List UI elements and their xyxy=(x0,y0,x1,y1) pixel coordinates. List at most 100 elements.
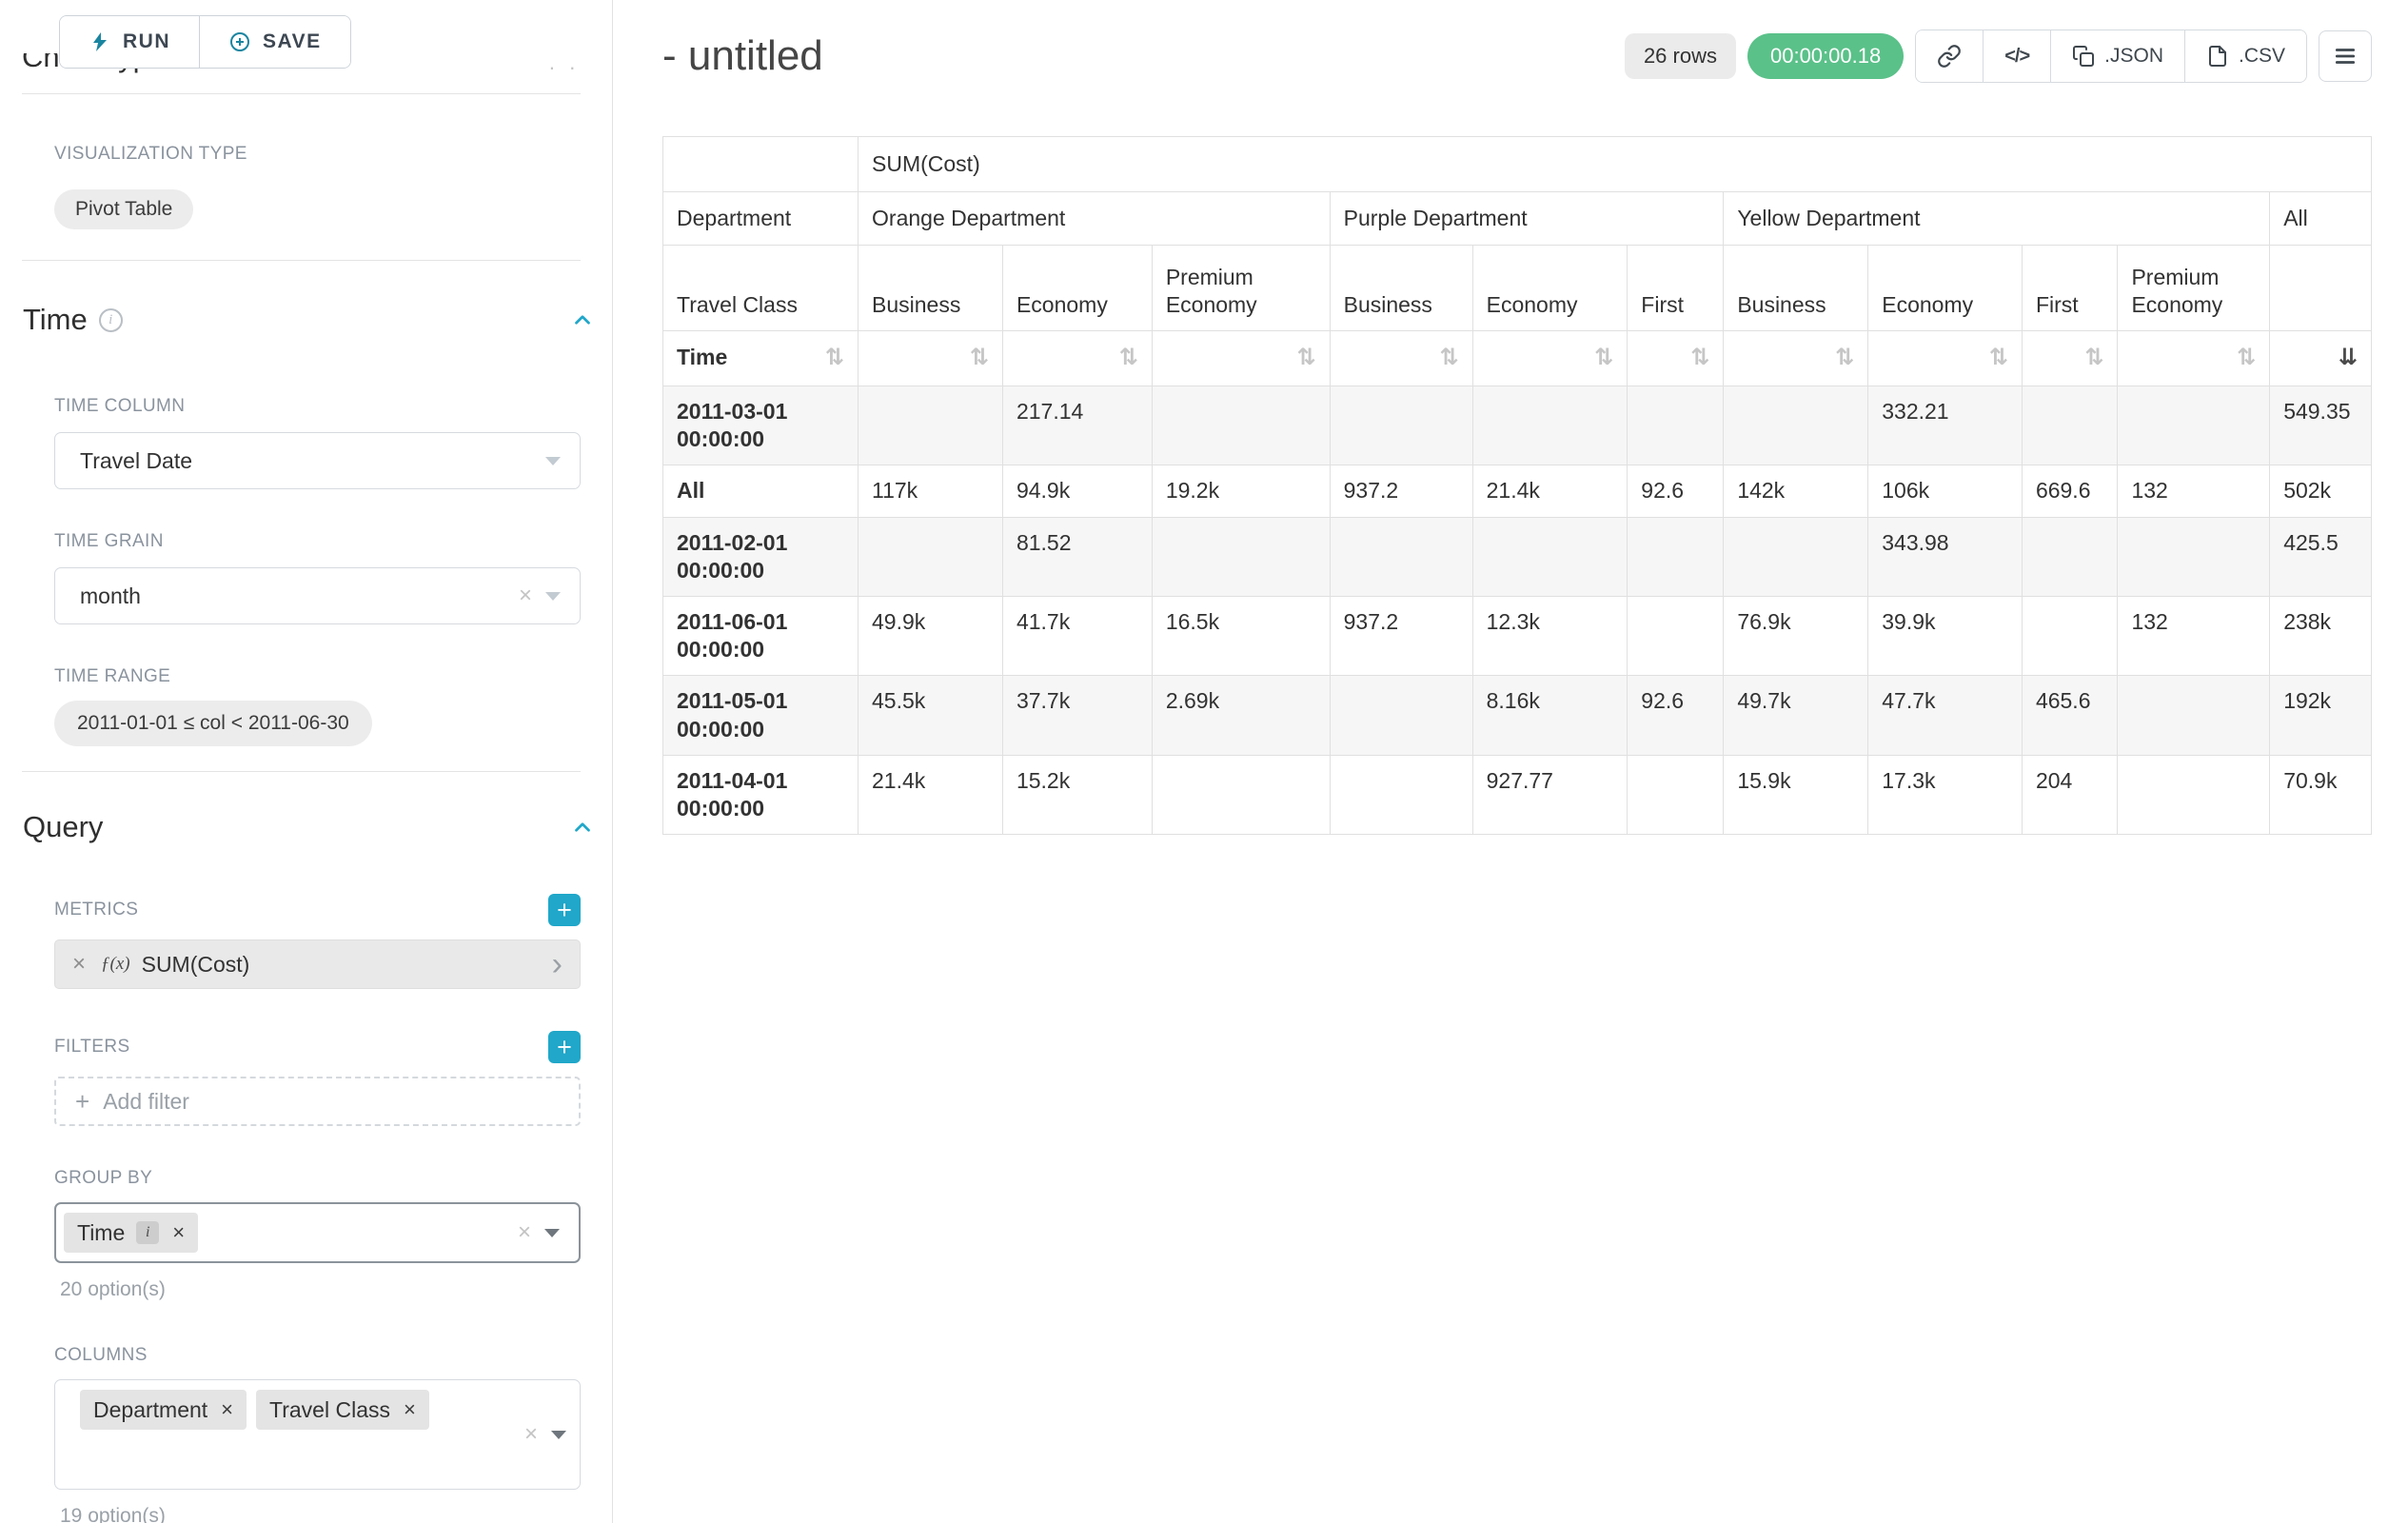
columns-chip[interactable]: Travel Class × xyxy=(256,1390,429,1430)
cell: 15.9k xyxy=(1724,755,1868,834)
department-axis-header: Department xyxy=(663,192,859,246)
sort-icon[interactable]: ⇅ xyxy=(1119,344,1138,372)
cell xyxy=(2118,676,2270,755)
collapse-time-section-chevron[interactable] xyxy=(570,307,595,332)
cell xyxy=(1330,517,1472,596)
sort-icon[interactable]: ⇅ xyxy=(970,344,989,372)
save-button[interactable]: SAVE xyxy=(199,16,350,68)
query-section-title: Query xyxy=(23,810,103,844)
sort-header-cell[interactable]: ⇅ xyxy=(859,331,1003,386)
cell: 106k xyxy=(1868,465,2023,517)
time-grain-value: month xyxy=(80,583,141,609)
sort-icon[interactable]: ⇅ xyxy=(825,344,844,372)
travel-class-column-header: First xyxy=(1628,246,1724,331)
time-range-pill[interactable]: 2011-01-01 ≤ col < 2011-06-30 xyxy=(54,701,372,746)
cell: 45.5k xyxy=(859,676,1003,755)
clear-icon[interactable]: × xyxy=(504,1219,544,1246)
add-filter-plus-button[interactable]: + xyxy=(548,1031,581,1063)
export-json-button[interactable]: .JSON xyxy=(2050,30,2184,82)
visualization-type-pill[interactable]: Pivot Table xyxy=(54,189,193,229)
sort-header-cell[interactable]: ⇅ xyxy=(1152,331,1330,386)
cell: 238k xyxy=(2270,597,2372,676)
remove-chip-icon[interactable]: × xyxy=(172,1220,185,1245)
travel-class-column-header: Premium Economy xyxy=(2118,246,2270,331)
sort-header-cell-active[interactable]: ⇊ xyxy=(2270,331,2372,386)
sort-header-cell[interactable]: ⇅ xyxy=(1330,331,1472,386)
sort-icon[interactable]: ⇅ xyxy=(1690,344,1709,372)
table-row: 2011-05-01 00:00:0045.5k37.7k2.69k8.16k9… xyxy=(663,676,2372,755)
group-by-chip[interactable]: Time i × xyxy=(64,1213,198,1253)
chart-header: - untitled 26 rows 00:00:00.18 </> .JSON xyxy=(662,27,2372,86)
group-by-select[interactable]: Time i × × xyxy=(54,1202,581,1263)
sort-icon[interactable]: ⇅ xyxy=(1835,344,1854,372)
remove-metric-icon[interactable]: × xyxy=(72,951,86,978)
chevron-down-icon xyxy=(545,457,561,465)
sort-header-cell[interactable]: ⇅ xyxy=(2022,331,2118,386)
cell: 76.9k xyxy=(1724,597,1868,676)
cell: 142k xyxy=(1724,465,1868,517)
chart-title[interactable]: - untitled xyxy=(662,32,823,80)
share-link-button[interactable] xyxy=(1916,30,1983,82)
columns-select[interactable]: Department × Travel Class × × xyxy=(54,1379,581,1490)
view-query-button[interactable]: </> xyxy=(1983,30,2050,82)
department-group-header: Purple Department xyxy=(1330,192,1724,246)
sort-descending-icon[interactable]: ⇊ xyxy=(2339,344,2358,372)
cell: 94.9k xyxy=(1002,465,1152,517)
cell xyxy=(1724,517,1868,596)
sort-icon[interactable]: ⇅ xyxy=(2084,344,2103,372)
cell xyxy=(1330,676,1472,755)
add-filter-box[interactable]: + Add filter xyxy=(54,1077,581,1126)
time-row-axis-header[interactable]: Time⇅ xyxy=(663,331,859,386)
cell: 19.2k xyxy=(1152,465,1330,517)
row-count-badge: 26 rows xyxy=(1625,33,1736,79)
time-section-title: Time xyxy=(23,303,88,337)
cell xyxy=(2022,597,2118,676)
table-row: 2011-04-01 00:00:0021.4k15.2k927.7715.9k… xyxy=(663,755,2372,834)
chevron-up-icon xyxy=(570,307,595,332)
metrics-label: METRICS xyxy=(54,900,138,920)
add-metric-button[interactable]: + xyxy=(548,894,581,926)
run-button[interactable]: RUN xyxy=(60,16,199,68)
remove-chip-icon[interactable]: × xyxy=(221,1397,233,1422)
columns-select-controls: × xyxy=(511,1421,566,1448)
link-icon xyxy=(1937,44,1962,69)
sort-header-cell[interactable]: ⇅ xyxy=(1472,331,1628,386)
sort-icon[interactable]: ⇅ xyxy=(1297,344,1316,372)
cell xyxy=(1472,386,1628,465)
remove-chip-icon[interactable]: × xyxy=(404,1397,416,1422)
export-csv-button[interactable]: .CSV xyxy=(2184,30,2306,82)
collapse-query-section-chevron[interactable] xyxy=(570,815,595,840)
pivot-table: SUM(Cost)DepartmentOrange DepartmentPurp… xyxy=(662,136,2372,835)
row-label: 2011-02-01 00:00:00 xyxy=(663,517,859,596)
chart-menu-button[interactable] xyxy=(2319,30,2372,82)
filters-label: FILTERS xyxy=(54,1037,130,1058)
row-label: All xyxy=(663,465,859,517)
metric-chip[interactable]: × ƒ(x) SUM(Cost) › xyxy=(54,940,581,989)
travel-class-column-header: Business xyxy=(1724,246,1868,331)
time-grain-select[interactable]: month × xyxy=(54,567,581,624)
sort-header-cell[interactable]: ⇅ xyxy=(1868,331,2023,386)
sort-icon[interactable]: ⇅ xyxy=(2237,344,2256,372)
cell: 2.69k xyxy=(1152,676,1330,755)
sort-icon[interactable]: ⇅ xyxy=(1989,344,2008,372)
cell: 425.5 xyxy=(2270,517,2372,596)
clear-icon[interactable]: × xyxy=(505,583,545,609)
sort-header-cell[interactable]: ⇅ xyxy=(1002,331,1152,386)
time-column-select[interactable]: Travel Date xyxy=(54,432,581,489)
sort-icon[interactable]: ⇅ xyxy=(1440,344,1459,372)
columns-chip[interactable]: Department × xyxy=(80,1390,247,1430)
cell: 16.5k xyxy=(1152,597,1330,676)
sort-header-cell[interactable]: ⇅ xyxy=(1628,331,1724,386)
clear-icon[interactable]: × xyxy=(511,1421,551,1448)
metric-name: SUM(Cost) xyxy=(142,952,250,978)
sort-header-cell[interactable]: ⇅ xyxy=(1724,331,1868,386)
chevron-down-icon xyxy=(545,592,561,601)
all-class-cell xyxy=(2270,246,2372,331)
divider xyxy=(22,260,581,261)
pivot-table-container: SUM(Cost)DepartmentOrange DepartmentPurp… xyxy=(662,136,2372,835)
sort-header-cell[interactable]: ⇅ xyxy=(2118,331,2270,386)
explore-view: RUN SAVE Chart Type · · VISUALIZATION TY… xyxy=(0,0,2408,1523)
sort-icon[interactable]: ⇅ xyxy=(1594,344,1613,372)
column-info-icon: i xyxy=(136,1221,159,1244)
time-column-label: TIME COLUMN xyxy=(54,396,612,417)
